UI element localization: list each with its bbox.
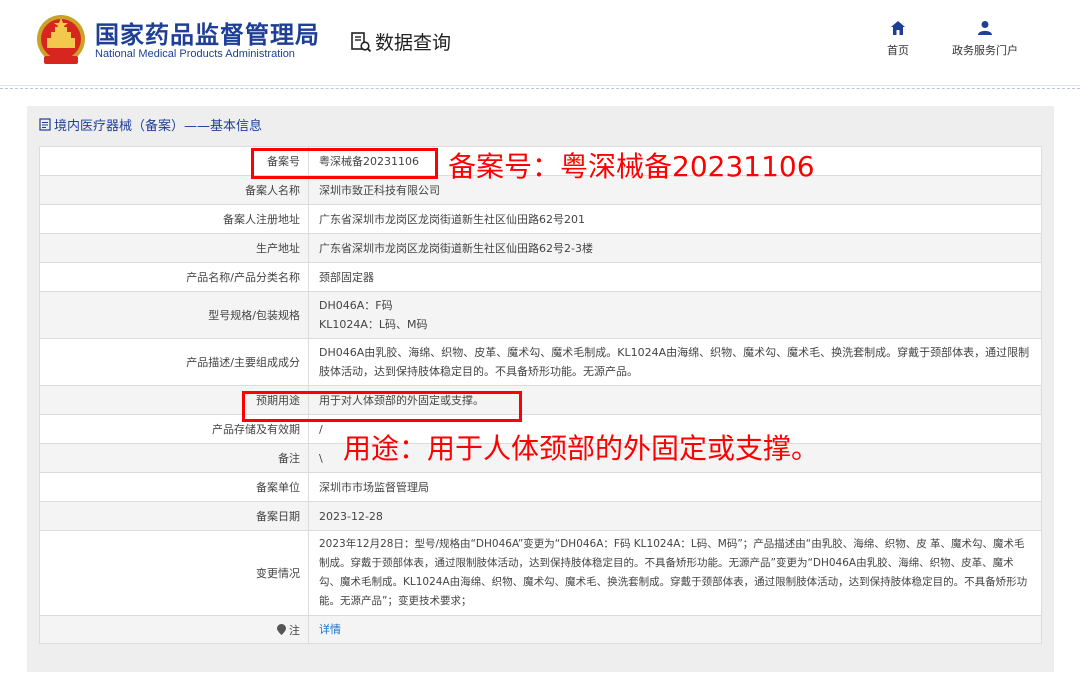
row-label-filing-unit: 备案单位 [39, 472, 309, 502]
highlight-record-no [251, 148, 438, 179]
row-label-registrant: 备案人名称 [39, 175, 309, 205]
row-label-remark: 备注 [39, 443, 309, 473]
user-icon [978, 21, 992, 35]
table-row: 产品名称/产品分类名称 颈部固定器 [39, 262, 1042, 292]
table-row: 生产地址 广东省深圳市龙岗区龙岗街道新生社区仙田路62号2-3楼 [39, 233, 1042, 263]
data-query-title[interactable]: 数据查询 [350, 28, 451, 55]
pin-icon [276, 623, 286, 635]
table-row: 备案单位 深圳市市场监督管理局 [39, 472, 1042, 502]
row-label-changes: 变更情况 [39, 530, 309, 616]
table-row: 预期用途 用于对人体颈部的外固定或支撑。 [39, 385, 1042, 415]
row-label-spec: 型号规格/包装规格 [39, 291, 309, 339]
row-label-reg-address: 备案人注册地址 [39, 204, 309, 234]
row-value-description: DH046A由乳胶、海绵、织物、皮革、魔术勾、魔术毛制成。KL1024A由海绵、… [308, 338, 1042, 386]
row-label-note: 注 [39, 615, 309, 644]
nav-home-label: 首页 [887, 44, 909, 57]
highlight-usage [242, 391, 522, 422]
panel-title: 境内医疗器械（备案）——基本信息 [39, 115, 262, 134]
info-panel: 境内医疗器械（备案）——基本信息 备案号 粤深械备20231106 备案人名称 … [27, 106, 1054, 672]
row-value-changes: 2023年12月28日：型号/规格由“DH046A”变更为“DH046A：F码 … [308, 530, 1042, 616]
details-link[interactable]: 详情 [319, 623, 341, 636]
row-value-note: 详情 [308, 615, 1042, 644]
table-row: 备案人注册地址 广东省深圳市龙岗区龙岗街道新生社区仙田路62号201 [39, 204, 1042, 234]
row-label-filing-date: 备案日期 [39, 501, 309, 531]
document-search-icon [351, 31, 372, 52]
table-row: 产品描述/主要组成成分 DH046A由乳胶、海绵、织物、皮革、魔术勾、魔术毛制成… [39, 338, 1042, 386]
site-header: 国家药品监督管理局 National Medical Products Admi… [0, 0, 1080, 86]
data-query-label: 数据查询 [375, 32, 452, 54]
row-label-product-name: 产品名称/产品分类名称 [39, 262, 309, 292]
table-row: 备案日期 2023-12-28 [39, 501, 1042, 531]
annotation-record-no: 备案号：粤深械备20231106 [448, 150, 815, 183]
row-value-filing-unit: 深圳市市场监督管理局 [308, 472, 1042, 502]
table-row: 变更情况 2023年12月28日：型号/规格由“DH046A”变更为“DH046… [39, 530, 1042, 616]
row-value-reg-address: 广东省深圳市龙岗区龙岗街道新生社区仙田路62号201 [308, 204, 1042, 234]
info-table: 备案号 粤深械备20231106 备案人名称 深圳市致正科技有限公司 备案人注册… [39, 146, 1042, 644]
org-title: 国家药品监督管理局 [95, 21, 320, 49]
annotation-usage: 用途：用于人体颈部的外固定或支撑。 [343, 432, 820, 465]
row-label-prod-address: 生产地址 [39, 233, 309, 263]
org-subtitle: National Medical Products Administration [95, 48, 295, 60]
row-value-spec: DH046A：F码 KL1024A：L码、M码 [308, 291, 1042, 339]
panel-title-text: 境内医疗器械（备案）——基本信息 [54, 119, 263, 134]
row-value-filing-date: 2023-12-28 [308, 501, 1042, 531]
table-row: 注 详情 [39, 615, 1042, 644]
row-label-description: 产品描述/主要组成成分 [39, 338, 309, 386]
row-value-product-name: 颈部固定器 [308, 262, 1042, 292]
row-value-prod-address: 广东省深圳市龙岗区龙岗街道新生社区仙田路62号2-3楼 [308, 233, 1042, 263]
header-divider [0, 88, 1080, 89]
document-icon [39, 118, 51, 131]
home-icon [891, 21, 905, 35]
table-row: 型号规格/包装规格 DH046A：F码 KL1024A：L码、M码 [39, 291, 1042, 339]
nav-home[interactable]: 首页 [882, 20, 914, 58]
nav-service-portal-label: 政务服务门户 [952, 44, 1018, 57]
national-emblem-icon [37, 15, 85, 64]
nav-service-portal[interactable]: 政务服务门户 [945, 20, 1025, 58]
note-label: 注 [289, 623, 300, 637]
